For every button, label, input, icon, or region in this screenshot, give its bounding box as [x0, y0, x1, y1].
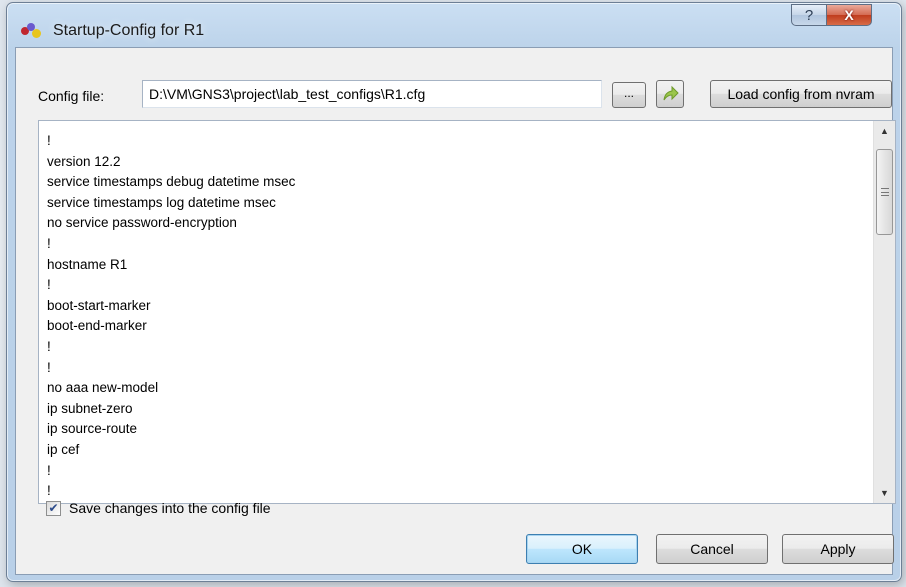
- config-line: !: [47, 338, 51, 354]
- config-line: !: [47, 235, 51, 251]
- config-line: service timestamps log datetime msec: [47, 194, 276, 210]
- config-editor[interactable]: ! version 12.2 service timestamps debug da…: [38, 120, 896, 504]
- config-line: ip source-route: [47, 421, 138, 437]
- config-line: boot-start-marker: [47, 297, 151, 313]
- config-text[interactable]: ! version 12.2 service timestamps debug da…: [47, 131, 865, 502]
- scroll-up-icon[interactable]: ▲: [874, 121, 895, 141]
- grip-icon: [881, 188, 889, 196]
- config-file-input[interactable]: [142, 80, 602, 108]
- save-changes-option[interactable]: ✔ Save changes into the config file: [46, 500, 271, 516]
- open-arrow-icon: [663, 85, 679, 101]
- scrollbar-thumb[interactable]: [876, 149, 893, 235]
- config-line: !: [47, 483, 51, 499]
- help-icon: ?: [804, 6, 814, 24]
- save-changes-checkbox[interactable]: ✔: [46, 500, 61, 516]
- config-line: no service password-encryption: [47, 215, 237, 231]
- close-button[interactable]: X: [826, 4, 872, 26]
- config-line: service timestamps debug datetime msec: [47, 174, 296, 190]
- config-line: hostname R1: [47, 256, 128, 272]
- load-from-nvram-button[interactable]: Load config from nvram: [710, 80, 892, 108]
- config-line: ip subnet-zero: [47, 400, 133, 416]
- cancel-button[interactable]: Cancel: [656, 534, 768, 564]
- open-config-button[interactable]: [656, 80, 684, 108]
- config-line: !: [47, 133, 51, 148]
- apply-button[interactable]: Apply: [782, 534, 894, 564]
- dialog-window: Startup-Config for R1 ? X Config file: .…: [6, 2, 902, 582]
- dialog-body: Config file: ... Load config from nvram …: [15, 47, 896, 575]
- config-line: !: [47, 277, 51, 293]
- close-icon: X: [844, 7, 854, 23]
- checkmark-icon: ✔: [48, 501, 59, 515]
- config-line: no aaa new-model: [47, 380, 159, 396]
- config-line: version 12.2: [47, 153, 121, 169]
- scroll-down-icon[interactable]: ▼: [874, 483, 895, 503]
- config-line: ip cef: [47, 441, 80, 457]
- vertical-scrollbar[interactable]: ▲ ▼: [873, 121, 895, 503]
- browse-button[interactable]: ...: [612, 82, 646, 108]
- window-title: Startup-Config for R1: [53, 22, 205, 39]
- save-changes-label: Save changes into the config file: [69, 500, 271, 516]
- ok-button[interactable]: OK: [526, 534, 638, 564]
- title-bar[interactable]: Startup-Config for R1 ? X: [7, 3, 901, 49]
- gns3-dots-icon: [21, 23, 43, 39]
- config-file-label: Config file:: [38, 88, 105, 104]
- config-line: !: [47, 462, 51, 478]
- config-line: !: [47, 359, 51, 375]
- help-button[interactable]: ?: [791, 4, 827, 26]
- config-line: boot-end-marker: [47, 318, 147, 334]
